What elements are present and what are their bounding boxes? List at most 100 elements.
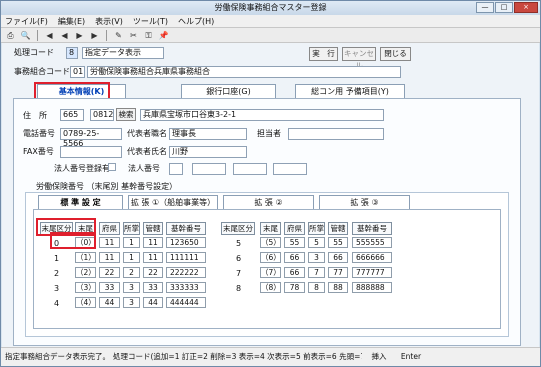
left-row-3-base-number[interactable]: 333333 xyxy=(166,282,206,293)
contact-person-input[interactable] xyxy=(288,128,384,140)
left-header-control: 管轄 xyxy=(143,222,163,235)
corporate-number-part-3[interactable] xyxy=(233,163,267,175)
tools-icon[interactable]: ✂ xyxy=(128,30,139,41)
tab-bank-account[interactable]: 銀行口座(G) xyxy=(181,84,276,99)
right-row-8-suffix[interactable]: （8） xyxy=(260,282,281,293)
pin-icon[interactable]: 📌 xyxy=(158,30,169,41)
left-row-3-prefecture[interactable]: 33 xyxy=(99,282,120,293)
preview-icon[interactable]: 🔍 xyxy=(20,30,31,41)
left-row-0-base-number[interactable]: 123650 xyxy=(166,237,206,248)
menu-view[interactable]: 表示(V) xyxy=(95,16,123,27)
left-row-1-base-number[interactable]: 111111 xyxy=(166,252,206,263)
left-row-2-base-number[interactable]: 222222 xyxy=(166,267,206,278)
application-window: 労働保険事務組合マスター登録 — □ × ファイル(F) 編集(E) 表示(V)… xyxy=(0,0,541,367)
left-row-0-suffix[interactable]: （0） xyxy=(75,237,96,248)
left-row-1-jurisdiction[interactable]: 1 xyxy=(123,252,140,263)
left-row-4-base-number[interactable]: 444444 xyxy=(166,297,206,308)
tab-extension-1[interactable]: 拡 張 ①（船舶事業等） xyxy=(128,195,218,210)
right-row-6-base-number[interactable]: 666666 xyxy=(352,252,392,263)
zip-second-input[interactable]: 0812 xyxy=(90,109,114,121)
union-name-input[interactable]: 労働保険事務組合兵庫県事務組合 xyxy=(87,66,401,78)
right-row-8-prefecture[interactable]: 78 xyxy=(284,282,305,293)
next-record-icon[interactable]: ▶ xyxy=(74,30,85,41)
menu-help[interactable]: ヘルプ(H) xyxy=(178,16,214,27)
previous-record-icon[interactable]: ◀ xyxy=(59,30,70,41)
left-row-2-prefecture[interactable]: 22 xyxy=(99,267,120,278)
left-row-3-suffix[interactable]: （3） xyxy=(75,282,96,293)
fax-input[interactable] xyxy=(60,146,122,158)
left-row-1-control[interactable]: 11 xyxy=(143,252,163,263)
tab-basic-info[interactable]: 基本情報(K) xyxy=(37,84,126,99)
left-row-4-control[interactable]: 44 xyxy=(143,297,163,308)
cancel-button[interactable]: キャンセル xyxy=(342,47,376,70)
corporate-number-part-1[interactable] xyxy=(169,163,183,175)
right-row-5-jurisdiction[interactable]: 5 xyxy=(308,237,325,248)
left-row-0-prefecture[interactable]: 11 xyxy=(99,237,120,248)
left-row-4-jurisdiction[interactable]: 3 xyxy=(123,297,140,308)
first-record-icon[interactable]: ◀ xyxy=(44,30,55,41)
toolbar-separator xyxy=(106,29,107,41)
menu-edit[interactable]: 編集(E) xyxy=(58,16,85,27)
address-search-button[interactable]: 検索 xyxy=(116,108,136,121)
right-header-control: 管轄 xyxy=(328,222,348,235)
right-row-6-suffix[interactable]: （6） xyxy=(260,252,281,263)
tab-extension-3[interactable]: 拡 張 ③ xyxy=(319,195,410,210)
left-row-2-jurisdiction[interactable]: 2 xyxy=(123,267,140,278)
process-code-select[interactable]: 指定データ表示 xyxy=(82,47,164,59)
right-row-7-jurisdiction[interactable]: 7 xyxy=(308,267,325,278)
right-row-6-control[interactable]: 66 xyxy=(328,252,348,263)
right-row-5-control[interactable]: 55 xyxy=(328,237,348,248)
maximize-button[interactable]: □ xyxy=(495,2,513,13)
right-row-8-jurisdiction[interactable]: 8 xyxy=(308,282,325,293)
execute-button[interactable]: 実 行 xyxy=(309,47,338,61)
corporate-number-part-4[interactable] xyxy=(273,163,307,175)
process-code-input[interactable]: 8 xyxy=(66,47,78,59)
corporate-number-part-2[interactable] xyxy=(192,163,226,175)
last-record-icon[interactable]: ▶ xyxy=(89,30,100,41)
minimize-button[interactable]: — xyxy=(476,2,494,13)
left-row-3-jurisdiction[interactable]: 3 xyxy=(123,282,140,293)
right-row-7-control[interactable]: 77 xyxy=(328,267,348,278)
tab-extension-2[interactable]: 拡 張 ② xyxy=(223,195,314,210)
zip-first-input[interactable]: 665 xyxy=(60,109,84,121)
representative-title-input[interactable]: 理事長 xyxy=(169,128,247,140)
left-row-1-suffix[interactable]: （1） xyxy=(75,252,96,263)
union-code-input[interactable]: 01 xyxy=(70,66,85,78)
right-row-6-prefecture[interactable]: 66 xyxy=(284,252,305,263)
right-row-8-base-number[interactable]: 888888 xyxy=(352,282,392,293)
menu-file[interactable]: ファイル(F) xyxy=(5,16,48,27)
representative-name-input[interactable]: 川野 xyxy=(169,146,247,158)
right-row-5-suffix[interactable]: （5） xyxy=(260,237,281,248)
right-row-7-base-number[interactable]: 777777 xyxy=(352,267,392,278)
left-row-0-jurisdiction[interactable]: 1 xyxy=(123,237,140,248)
right-row-8-control[interactable]: 88 xyxy=(328,282,348,293)
status-message: 指定事務組合データ表示完了。 xyxy=(5,352,108,361)
left-row-0-control[interactable]: 11 xyxy=(143,237,163,248)
right-row-8-type: 8 xyxy=(236,284,242,293)
right-row-7-prefecture[interactable]: 66 xyxy=(284,267,305,278)
left-row-3-control[interactable]: 33 xyxy=(143,282,163,293)
left-row-2-control[interactable]: 22 xyxy=(143,267,163,278)
key-icon[interactable]: ⚿ xyxy=(143,30,154,41)
close-window-button[interactable]: × xyxy=(514,2,538,13)
left-row-4-suffix[interactable]: （4） xyxy=(75,297,96,308)
right-row-5-base-number[interactable]: 555555 xyxy=(352,237,392,248)
right-row-7-suffix[interactable]: （7） xyxy=(260,267,281,278)
union-code-label: 事務組合コード xyxy=(14,67,70,76)
right-row-6-jurisdiction[interactable]: 3 xyxy=(308,252,325,263)
menu-tools[interactable]: ツール(T) xyxy=(133,16,168,27)
insert-mode-status: 挿入 xyxy=(371,352,387,361)
close-form-button[interactable]: 閉じる xyxy=(380,47,411,61)
phone-input[interactable]: 0789-25-5566 xyxy=(60,128,122,148)
right-row-5-prefecture[interactable]: 55 xyxy=(284,237,305,248)
edit-icon[interactable]: ✎ xyxy=(113,30,124,41)
tab-standard-settings[interactable]: 標 準 設 定 xyxy=(38,195,123,210)
address-input[interactable]: 兵庫県宝塚市口谷東3-2-1 xyxy=(140,109,384,121)
representative-name-label: 代表者氏名 xyxy=(127,147,167,156)
tab-reserve-items[interactable]: 総コン用 予備項目(Y) xyxy=(295,84,405,99)
left-row-2-suffix[interactable]: （2） xyxy=(75,267,96,278)
corporate-number-checkbox[interactable] xyxy=(108,163,116,171)
print-icon[interactable]: ⎙ xyxy=(5,30,16,41)
left-row-1-prefecture[interactable]: 11 xyxy=(99,252,120,263)
left-row-4-prefecture[interactable]: 44 xyxy=(99,297,120,308)
